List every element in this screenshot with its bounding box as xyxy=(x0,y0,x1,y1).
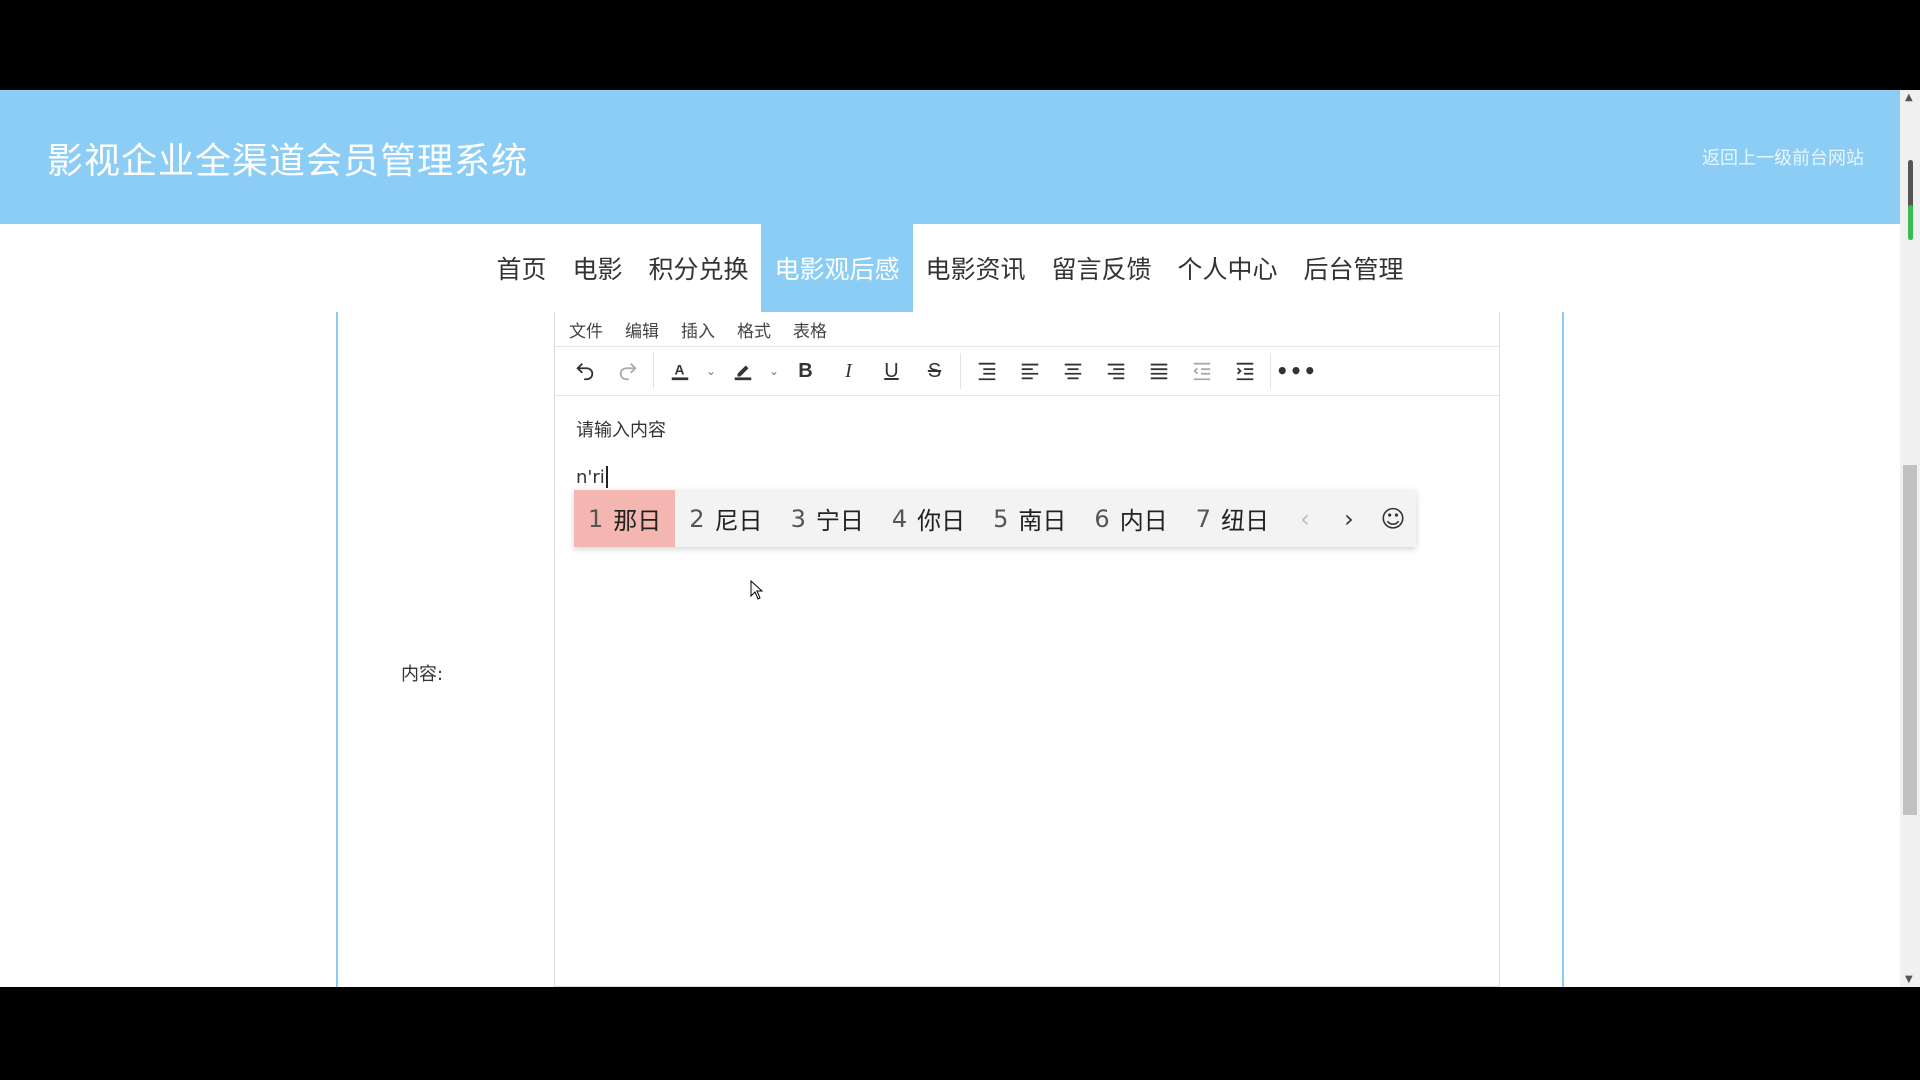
ime-candidate[interactable]: 4 你日 xyxy=(878,490,979,547)
toolbar-separator xyxy=(653,353,654,389)
menu-file[interactable]: 文件 xyxy=(569,317,603,342)
toolbar-separator xyxy=(1270,353,1271,389)
editor-composing-line: n'ri xyxy=(576,464,1478,490)
svg-text:A: A xyxy=(674,363,684,378)
nav-movies[interactable]: 电影 xyxy=(559,224,635,312)
scroll-down-arrow-icon[interactable]: ▼ xyxy=(1905,974,1913,985)
scroll-thumb[interactable] xyxy=(1903,465,1917,815)
ime-candidate[interactable]: 5 南日 xyxy=(979,490,1080,547)
bold-icon[interactable]: B xyxy=(784,351,827,391)
font-color-icon[interactable]: A xyxy=(658,351,701,391)
scroll-indicator-accent xyxy=(1908,205,1913,240)
nav-points-exchange[interactable]: 积分兑换 xyxy=(635,224,761,312)
toolbar-separator xyxy=(960,353,961,389)
ime-candidate[interactable]: 7 纽日 xyxy=(1182,490,1283,547)
ime-next-page-icon[interactable]: › xyxy=(1327,505,1371,533)
rich-text-editor: 文件 编辑 插入 格式 表格 A ⌄ ⌄ B I U S ••• 请输入内容 n… xyxy=(554,312,1500,987)
content-label: 内容: xyxy=(401,664,444,685)
site-header: 影视企业全渠道会员管理系统 返回上一级前台网站 xyxy=(0,90,1900,224)
nav-personal-center[interactable]: 个人中心 xyxy=(1165,224,1291,312)
composing-text: n'ri xyxy=(576,466,605,488)
editor-menubar: 文件 编辑 插入 格式 表格 xyxy=(555,312,1499,346)
chevron-down-icon[interactable]: ⌄ xyxy=(701,351,721,391)
mouse-cursor-icon xyxy=(750,579,764,604)
outdent-icon[interactable] xyxy=(1180,351,1223,391)
ime-candidate[interactable]: 1 那日 xyxy=(574,490,676,547)
ime-candidate[interactable]: 2 尼日 xyxy=(675,490,776,547)
underline-icon[interactable]: U xyxy=(870,351,913,391)
site-title: 影视企业全渠道会员管理系统 xyxy=(47,141,529,182)
frontend-link[interactable]: 返回上一级前台网站 xyxy=(1702,144,1864,170)
strikethrough-icon[interactable]: S xyxy=(913,351,956,391)
highlight-icon[interactable] xyxy=(721,351,764,391)
nav-movie-news[interactable]: 电影资讯 xyxy=(913,224,1039,312)
emoji-icon[interactable]: ☺ xyxy=(1371,505,1415,533)
chevron-down-icon[interactable]: ⌄ xyxy=(764,351,784,391)
form-panel: 内容: 文件 编辑 插入 格式 表格 A ⌄ ⌄ B I U S ••• 请输入… xyxy=(336,312,1564,987)
editor-text-line: 请输入内容 xyxy=(576,420,666,441)
nav-movie-reviews[interactable]: 电影观后感 xyxy=(761,224,913,312)
ime-candidate[interactable]: 6 内日 xyxy=(1080,490,1181,547)
nav-admin[interactable]: 后台管理 xyxy=(1291,224,1417,312)
editor-toolbar: A ⌄ ⌄ B I U S ••• xyxy=(555,346,1499,396)
nav-home[interactable]: 首页 xyxy=(483,224,559,312)
ime-candidate-bar: 1 那日 2 尼日 3 宁日 4 你日 5 南日 6 内日 7 纽日 ‹ › ☺ xyxy=(574,490,1416,547)
align-left-icon[interactable] xyxy=(1008,351,1051,391)
text-caret xyxy=(605,466,608,488)
undo-icon[interactable] xyxy=(563,351,606,391)
ime-prev-page-icon[interactable]: ‹ xyxy=(1283,505,1327,533)
ime-candidate[interactable]: 3 宁日 xyxy=(777,490,878,547)
page-scrollbar[interactable]: ▲ ▼ xyxy=(1900,90,1920,987)
scroll-up-arrow-icon[interactable]: ▲ xyxy=(1905,92,1913,103)
indent-icon[interactable] xyxy=(1223,351,1266,391)
nav-feedback[interactable]: 留言反馈 xyxy=(1039,224,1165,312)
redo-icon[interactable] xyxy=(606,351,649,391)
menu-insert[interactable]: 插入 xyxy=(681,317,715,342)
more-icon[interactable]: ••• xyxy=(1275,351,1318,391)
menu-edit[interactable]: 编辑 xyxy=(625,317,659,342)
align-right-icon[interactable] xyxy=(1094,351,1137,391)
align-center-icon[interactable] xyxy=(1051,351,1094,391)
menu-table[interactable]: 表格 xyxy=(793,317,827,342)
menu-format[interactable]: 格式 xyxy=(737,317,771,342)
browser-viewport: 影视企业全渠道会员管理系统 返回上一级前台网站 首页 电影 积分兑换 电影观后感… xyxy=(0,90,1920,987)
line-height-icon[interactable] xyxy=(965,351,1008,391)
main-nav: 首页 电影 积分兑换 电影观后感 电影资讯 留言反馈 个人中心 后台管理 xyxy=(0,224,1900,312)
align-justify-icon[interactable] xyxy=(1137,351,1180,391)
italic-icon[interactable]: I xyxy=(827,351,870,391)
